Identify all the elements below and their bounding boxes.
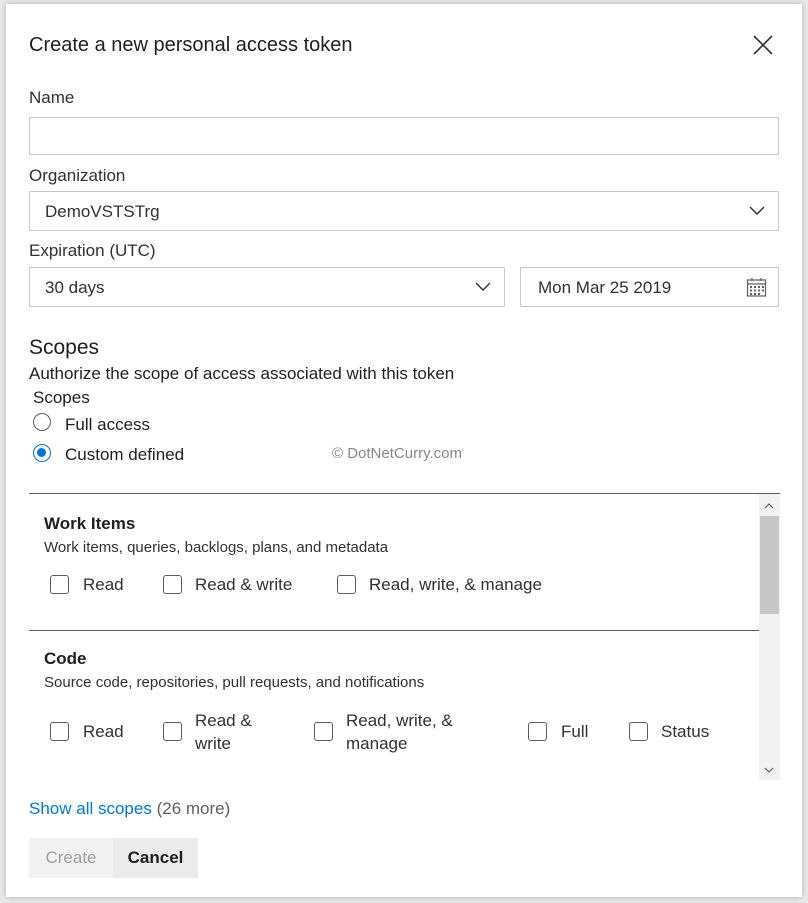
name-input[interactable] [29, 117, 779, 155]
scopes-heading: Scopes [29, 336, 100, 359]
work-items-manage-checkbox[interactable] [337, 575, 356, 594]
cancel-button[interactable]: Cancel [113, 838, 198, 878]
chevron-down-icon[interactable] [764, 766, 774, 774]
full-access-label[interactable]: Full access [65, 415, 150, 435]
code-read-write-label[interactable]: write [195, 732, 231, 755]
full-access-radio[interactable] [33, 413, 51, 431]
code-full-checkbox[interactable] [528, 722, 547, 741]
expiration-dropdown[interactable]: 30 days [29, 267, 505, 307]
more-scopes-count: (26 more) [156, 799, 231, 818]
code-read-write-checkbox[interactable] [163, 722, 182, 741]
watermark: © DotNetCurry.com [332, 445, 462, 462]
work-items-read-write-checkbox[interactable] [163, 575, 182, 594]
section-title: Code [44, 649, 87, 668]
chevron-up-icon[interactable] [764, 502, 774, 510]
custom-defined-radio[interactable] [33, 444, 51, 462]
section-description: Work items, queries, backlogs, plans, an… [44, 539, 389, 556]
name-label: Name [29, 88, 75, 107]
code-status-checkbox[interactable] [629, 722, 648, 741]
expiration-date: Mon Mar 25 2019 [538, 278, 672, 297]
scopes-description: Authorize the scope of access associated… [29, 364, 455, 383]
code-read-write-label[interactable]: Read & [195, 709, 252, 732]
dialog-title: Create a new personal access token [29, 34, 353, 56]
work-items-read-label[interactable]: Read [83, 573, 124, 596]
create-button[interactable]: Create [29, 838, 113, 878]
code-full-label[interactable]: Full [561, 720, 588, 743]
chevron-down-icon [475, 282, 491, 291]
code-read-checkbox[interactable] [50, 722, 69, 741]
show-all-scopes-label[interactable]: Show all scopes [29, 799, 152, 818]
code-manage-label[interactable]: manage [346, 732, 407, 755]
close-icon[interactable] [750, 32, 776, 58]
expiration-date-picker[interactable]: Mon Mar 25 2019 [520, 267, 779, 307]
scopes-group-label: Scopes [33, 388, 90, 407]
create-token-dialog: Create a new personal access token Name … [6, 4, 802, 897]
work-items-read-write-label[interactable]: Read & write [195, 573, 292, 596]
code-manage-checkbox[interactable] [314, 722, 333, 741]
scope-sections-panel: Work Items Work items, queries, backlogs… [29, 493, 780, 780]
work-items-manage-label[interactable]: Read, write, & manage [369, 573, 542, 596]
expiration-value: 30 days [45, 278, 105, 297]
scrollbar[interactable] [759, 494, 780, 780]
section-title: Work Items [44, 514, 136, 533]
organization-label: Organization [29, 166, 126, 185]
section-divider [29, 630, 759, 631]
code-manage-label[interactable]: Read, write, & [346, 709, 453, 732]
show-all-scopes-link[interactable]: Show all scopes (26 more) [29, 799, 230, 819]
code-read-label[interactable]: Read [83, 720, 124, 743]
work-items-read-checkbox[interactable] [50, 575, 69, 594]
chevron-down-icon [749, 206, 765, 215]
expiration-label: Expiration (UTC) [29, 241, 156, 260]
code-status-label[interactable]: Status [661, 720, 709, 743]
calendar-icon[interactable] [746, 277, 767, 298]
custom-defined-label[interactable]: Custom defined [65, 445, 184, 465]
organization-dropdown[interactable]: DemoVSTSTrg [29, 191, 779, 231]
scrollbar-thumb[interactable] [760, 516, 779, 614]
organization-value: DemoVSTSTrg [45, 202, 160, 221]
section-description: Source code, repositories, pull requests… [44, 674, 425, 691]
